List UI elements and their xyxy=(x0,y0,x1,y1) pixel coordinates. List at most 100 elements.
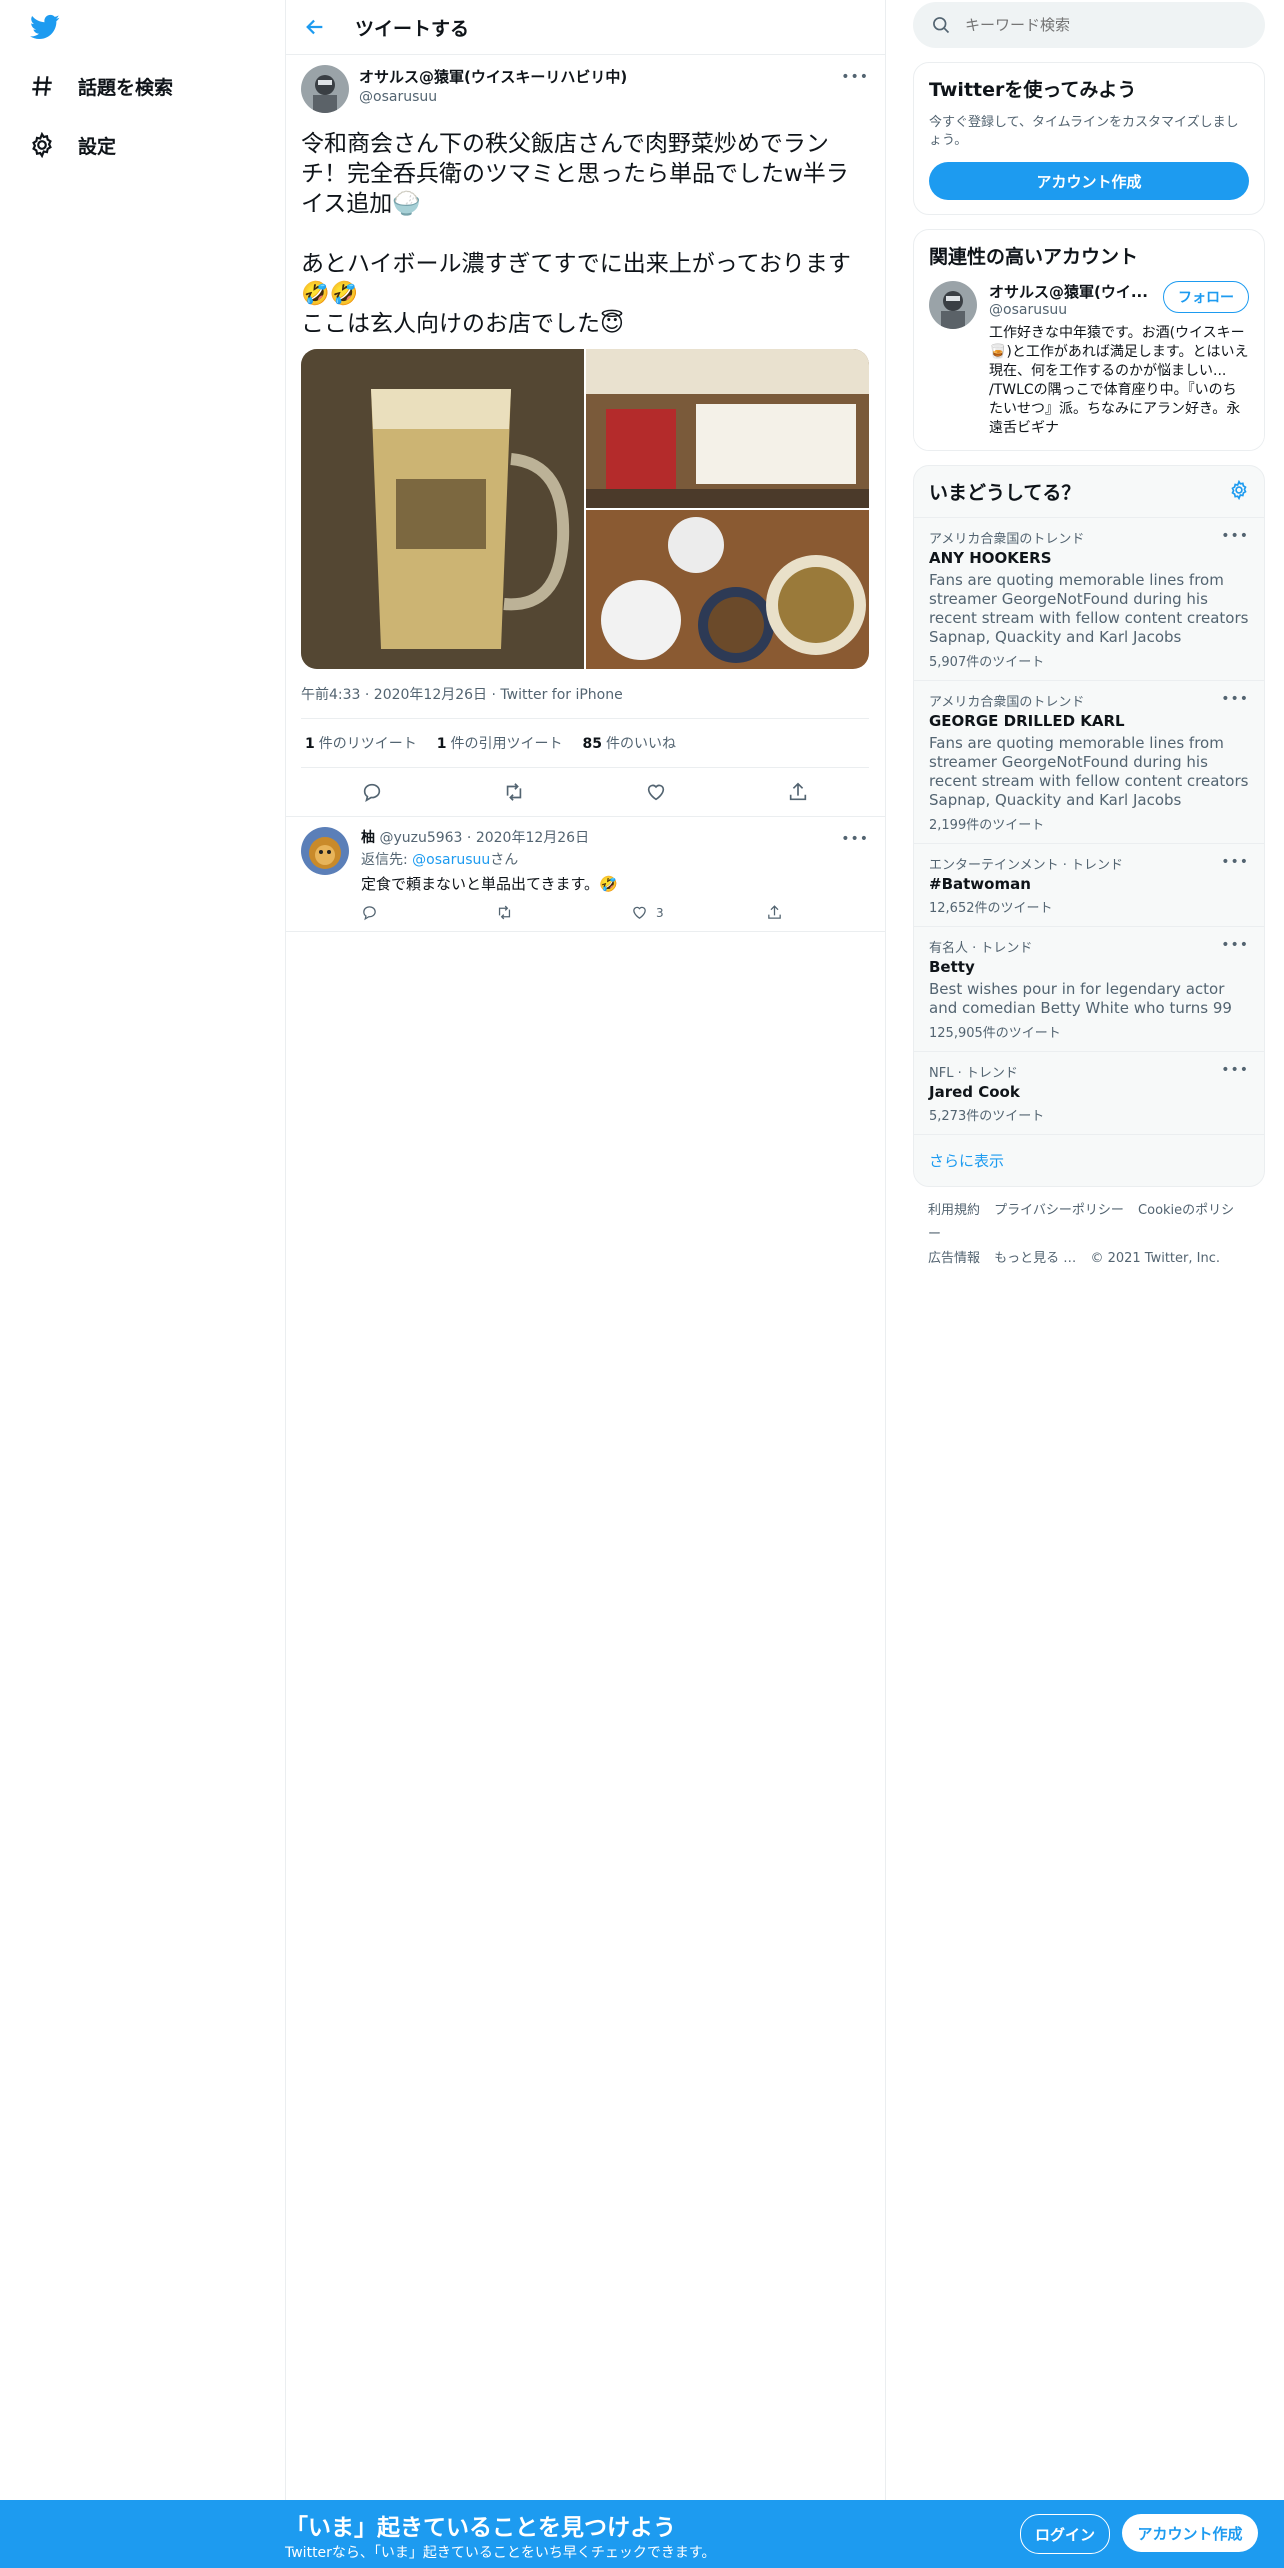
reply-icon[interactable] xyxy=(360,780,384,804)
share-icon xyxy=(768,905,781,919)
trend-item[interactable]: アメリカ合衆国のトレンド GEORGE DRILLED KARL Fans ar… xyxy=(914,681,1264,844)
tweet-stats: 1 件のリツイート 1 件の引用ツイート 85 件のいいね xyxy=(301,719,869,768)
reply-date[interactable]: 2020年12月26日 xyxy=(476,830,589,846)
trend-context: アメリカ合衆国のトレンド xyxy=(929,695,1085,710)
reply-text: 定食で頼まないと単品出てきます。🤣 xyxy=(361,875,618,893)
share-icon[interactable] xyxy=(786,780,810,804)
footer-copyright: © 2021 Twitter, Inc. xyxy=(1090,1251,1220,1266)
trend-count: 2,199件のツイート xyxy=(929,818,1045,833)
gear-icon[interactable] xyxy=(1229,479,1249,504)
trends-title: いまどうしてる？ xyxy=(929,482,1081,504)
trend-description: Best wishes pour in for legendary actor … xyxy=(929,980,1232,1017)
signup-button[interactable]: アカウント作成 xyxy=(1122,2514,1258,2552)
avatar[interactable] xyxy=(301,65,349,113)
avatar[interactable] xyxy=(301,827,349,875)
reply-share-button[interactable] xyxy=(766,904,901,921)
more-icon[interactable]: ••• xyxy=(1221,691,1249,707)
more-icon[interactable]: ••• xyxy=(841,831,869,847)
more-icon[interactable]: ••• xyxy=(1221,854,1249,870)
reply-like-count: 3 xyxy=(656,905,664,920)
reply-like-button[interactable]: 3 xyxy=(631,904,766,921)
trend-context: アメリカ合衆国のトレンド xyxy=(929,532,1085,547)
trend-description: Fans are quoting memorable lines from st… xyxy=(929,571,1249,646)
reply-to-link[interactable]: @osarusuu xyxy=(412,852,490,868)
trend-item[interactable]: アメリカ合衆国のトレンド ANY HOOKERS Fans are quotin… xyxy=(914,518,1264,681)
arrow-left-icon[interactable] xyxy=(301,13,329,41)
page-header: ツイートする xyxy=(285,0,885,55)
relevant-name[interactable]: オサルス@猿軍(ウイ... xyxy=(989,281,1154,302)
separator-dot: · xyxy=(466,830,476,846)
trend-name: GEORGE DRILLED KARL xyxy=(929,712,1125,730)
quote-stat[interactable]: 1 件の引用ツイート xyxy=(437,733,563,753)
show-more-link[interactable]: さらに表示 xyxy=(914,1135,1264,1186)
tweet-author: オサルス@猿軍(ウイスキーリハビリ中) @osarusuu xyxy=(301,65,869,121)
hashtag-icon xyxy=(28,72,56,100)
relevant-title: 関連性の高いアカウント xyxy=(929,246,1139,268)
login-button[interactable]: ログイン xyxy=(1020,2514,1110,2554)
tweet-actions xyxy=(301,768,869,816)
footer-link-privacy[interactable]: プライバシーポリシー xyxy=(994,1203,1124,1218)
more-icon[interactable]: ••• xyxy=(1221,937,1249,953)
retweet-icon[interactable] xyxy=(502,780,526,804)
banner-title: 「いま」起きていることを見つけよう xyxy=(285,2515,676,2541)
tweet-media xyxy=(301,349,869,669)
footer-link-more[interactable]: もっと見る … xyxy=(994,1251,1076,1266)
search-input[interactable] xyxy=(963,15,1227,35)
media-photo-storefront[interactable] xyxy=(586,349,869,508)
media-photo-highball[interactable] xyxy=(301,349,584,669)
retweet-stat[interactable]: 1 件のリツイート xyxy=(305,733,417,753)
signup-title: Twitterを使ってみよう xyxy=(929,79,1137,101)
trend-count: 5,907件のツイート xyxy=(929,655,1045,670)
reply-tweet[interactable]: 柚 @yuzu5963 · 2020年12月26日 返信先: @osarusuu… xyxy=(285,817,885,932)
tweet-timestamp[interactable]: 午前4:33 · 2020年12月26日 · Twitter for iPhon… xyxy=(301,669,869,719)
trend-context: エンターテインメント · トレンド xyxy=(929,858,1124,873)
nav-settings-label: 設定 xyxy=(78,135,117,158)
reply-reply-button[interactable] xyxy=(361,904,496,921)
retweet-icon xyxy=(498,905,511,920)
footer-link-ads[interactable]: 広告情報 xyxy=(928,1251,980,1266)
reply-retweet-button[interactable] xyxy=(496,904,631,921)
signup-subtitle: 今すぐ登録して、タイムラインをカスタマイズしましょう。 xyxy=(929,115,1239,148)
reply-to-line: 返信先: @osarusuuさん xyxy=(361,852,519,868)
author-handle[interactable]: @osarusuu xyxy=(359,87,627,107)
reply-icon xyxy=(363,906,376,921)
footer-link-terms[interactable]: 利用規約 xyxy=(928,1203,980,1218)
page-title: ツイートする xyxy=(355,17,470,40)
author-name[interactable]: オサルス@猿軍(ウイスキーリハビリ中) xyxy=(359,67,627,87)
trends-header: いまどうしてる？ xyxy=(914,466,1264,518)
search-box[interactable] xyxy=(913,2,1265,48)
trend-name: Jared Cook xyxy=(929,1083,1020,1101)
main-tweet: オサルス@猿軍(ウイスキーリハビリ中) @osarusuu ••• 令和商会さん… xyxy=(285,55,885,817)
left-sidebar: 話題を検索 設定 xyxy=(0,0,286,2500)
relevant-account[interactable]: オサルス@猿軍(ウイ... @osarusuu フォロー 工作好きな中年猿です。… xyxy=(914,281,1264,450)
avatar[interactable] xyxy=(929,281,977,329)
trend-item[interactable]: エンターテインメント · トレンド #Batwoman 12,652件のツイート… xyxy=(914,844,1264,927)
twitter-bird-icon[interactable] xyxy=(28,12,62,42)
trend-name: #Batwoman xyxy=(929,875,1031,893)
nav-settings[interactable]: 設定 xyxy=(28,125,116,165)
nav-explore[interactable]: 話題を検索 xyxy=(28,66,173,106)
trend-name: Betty xyxy=(929,958,975,976)
reply-author-handle[interactable]: @yuzu5963 xyxy=(379,830,462,846)
more-icon[interactable]: ••• xyxy=(1221,528,1249,544)
follow-button[interactable]: フォロー xyxy=(1163,281,1249,313)
trend-item[interactable]: NFL · トレンド Jared Cook 5,273件のツイート ••• xyxy=(914,1052,1264,1135)
like-stat[interactable]: 85 件のいいね xyxy=(583,733,676,753)
app-root: 話題を検索 設定 ツイートする オサルス@猿軍(ウイスキーリハビリ中) @osa… xyxy=(0,0,1284,2568)
create-account-button[interactable]: アカウント作成 xyxy=(929,162,1249,200)
like-icon[interactable] xyxy=(644,780,668,804)
banner-subtitle: Twitterなら、「いま」起きていることをいち早くチェックできます。 xyxy=(285,2545,716,2561)
footer-links: 利用規約 プライバシーポリシー Cookieのポリシー 広告情報 もっと見る …… xyxy=(913,1187,1265,1283)
main-column: ツイートする オサルス@猿軍(ウイスキーリハビリ中) @osarusuu •••… xyxy=(285,0,886,2500)
relevant-handle[interactable]: @osarusuu xyxy=(989,302,1154,318)
reply-actions: 3 xyxy=(361,904,901,921)
trends-card: いまどうしてる？ アメリカ合衆国のトレンド ANY HOOKERS Fans a… xyxy=(913,465,1265,1187)
nav-explore-label: 話題を検索 xyxy=(78,76,174,99)
gear-icon xyxy=(28,131,56,159)
more-icon[interactable]: ••• xyxy=(841,69,869,85)
reply-author-name[interactable]: 柚 xyxy=(361,830,375,846)
more-icon[interactable]: ••• xyxy=(1221,1062,1249,1078)
media-photo-meal[interactable] xyxy=(586,510,869,669)
relevant-bio: 工作好きな中年猿です。お酒(ウイスキー🥃)と工作があれば満足します。とはいえ現在… xyxy=(989,325,1249,436)
trend-item[interactable]: 有名人 · トレンド Betty Best wishes pour in for… xyxy=(914,927,1264,1052)
